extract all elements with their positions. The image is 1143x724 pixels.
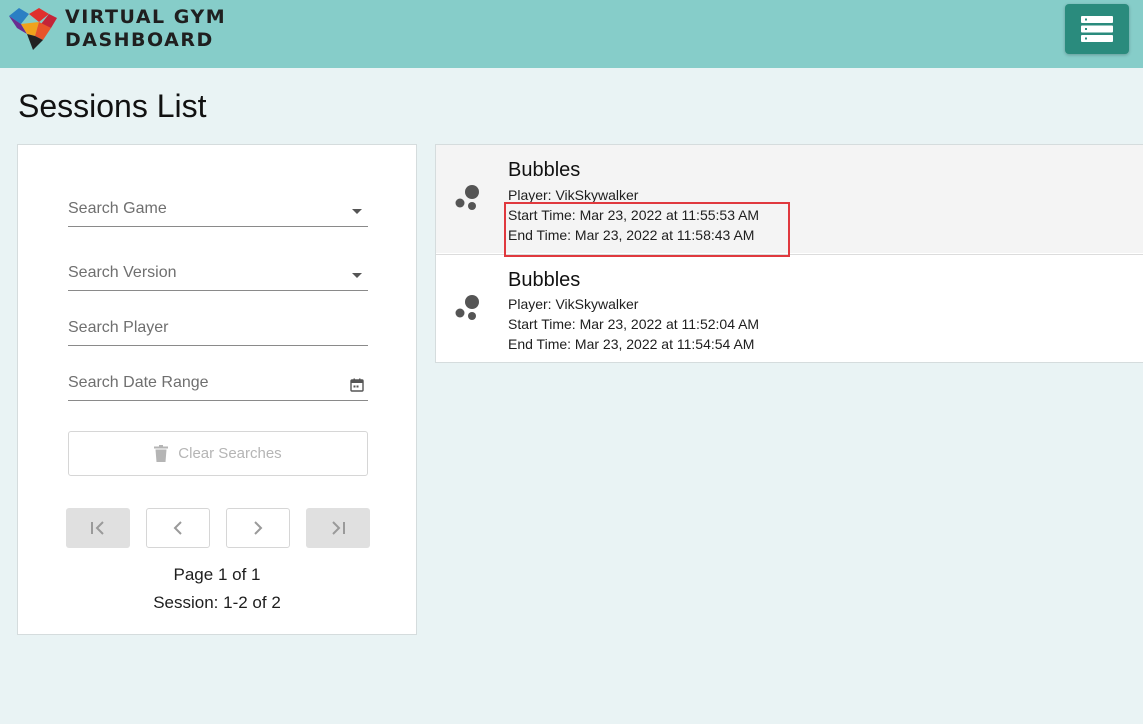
last-page-icon (332, 521, 345, 535)
session-start-time: Start Time: Mar 23, 2022 at 11:52:04 AM (508, 316, 760, 332)
clear-searches-label: Clear Searches (178, 445, 282, 462)
bubbles-icon (455, 295, 479, 320)
first-page-icon (91, 521, 104, 535)
clear-searches-button[interactable]: Clear Searches (68, 431, 368, 476)
highlight-box (504, 202, 790, 257)
search-date-range-input[interactable]: Search Date Range (68, 366, 368, 401)
trash-icon (154, 445, 169, 462)
chevron-right-icon (254, 521, 263, 535)
server-list-icon (1081, 16, 1113, 42)
menu-button[interactable] (1065, 4, 1129, 54)
page-indicator: Page 1 of 1 (173, 565, 261, 584)
search-game-placeholder: Search Game (68, 200, 167, 217)
session-end-time: End Time: Mar 23, 2022 at 11:54:54 AM (508, 336, 755, 352)
previous-page-button[interactable] (146, 508, 210, 548)
search-date-placeholder: Search Date Range (68, 374, 209, 391)
search-version-placeholder: Search Version (68, 264, 177, 281)
next-page-button[interactable] (226, 508, 290, 548)
search-player-input[interactable]: Search Player (68, 311, 368, 346)
search-version-select[interactable]: Search Version (68, 256, 368, 291)
calendar-icon[interactable] (350, 378, 364, 392)
session-count: Session: 1-2 of 2 (153, 593, 281, 612)
chevron-down-icon (352, 209, 362, 214)
brand-line-2: DASHBOARD (65, 29, 214, 51)
page-title: Sessions List (18, 88, 207, 124)
session-player: Player: VikSkywalker (508, 296, 639, 312)
bubbles-icon (455, 185, 479, 210)
brand-title[interactable]: VIRTUAL GYM DASHBOARD (65, 6, 226, 52)
session-title: Bubbles (508, 269, 581, 291)
brand-line-1: VIRTUAL GYM (65, 6, 227, 28)
search-player-placeholder: Search Player (68, 319, 169, 336)
session-player: Player: VikSkywalker (508, 187, 639, 203)
last-page-button[interactable] (306, 508, 370, 548)
first-page-button[interactable] (66, 508, 130, 548)
heart-logo-icon[interactable] (7, 6, 59, 52)
session-row-2[interactable]: Bubbles Player: VikSkywalker Start Time:… (436, 254, 1143, 362)
session-title: Bubbles (508, 159, 581, 181)
search-game-select[interactable]: Search Game (68, 192, 368, 227)
filter-panel: Search Game Search Version Search Player… (17, 144, 417, 635)
chevron-down-icon (352, 273, 362, 278)
top-bar: VIRTUAL GYM DASHBOARD (0, 0, 1143, 68)
chevron-left-icon (173, 521, 182, 535)
